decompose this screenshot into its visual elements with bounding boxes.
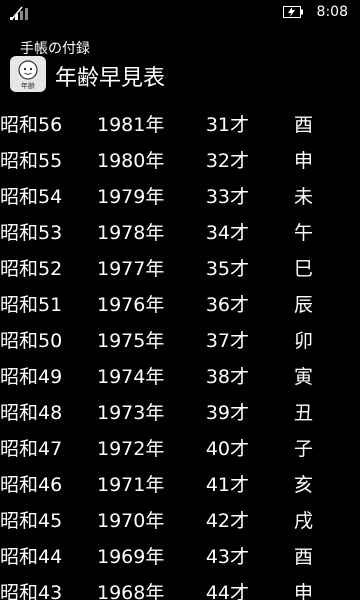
zodiac-cell: 戌 bbox=[294, 510, 314, 532]
age-cell: 37才 bbox=[205, 330, 249, 352]
table-row[interactable]: 昭和56 1981年 31才 酉 bbox=[0, 104, 360, 140]
age-cell: 32才 bbox=[205, 150, 249, 172]
era-cell: 昭和48 bbox=[0, 402, 63, 424]
zodiac-cell: 亥 bbox=[294, 474, 314, 496]
year-cell: 1980年 bbox=[97, 150, 165, 172]
year-cell: 1978年 bbox=[97, 222, 165, 244]
year-cell: 1977年 bbox=[97, 258, 165, 280]
era-cell: 昭和45 bbox=[0, 510, 63, 532]
table-row[interactable]: 昭和54 1979年 33才 未 bbox=[0, 176, 360, 212]
era-cell: 昭和56 bbox=[0, 114, 63, 136]
zodiac-cell: 午 bbox=[294, 222, 314, 244]
age-cell: 34才 bbox=[205, 222, 249, 244]
age-cell: 40才 bbox=[205, 438, 249, 460]
era-cell: 昭和46 bbox=[0, 474, 63, 496]
table-row[interactable]: 昭和48 1973年 39才 丑 bbox=[0, 392, 360, 428]
screen: 8:08 手帳の付録 年齢 年齢早見表 昭和56 1981年 31才 酉 昭和5… bbox=[0, 0, 360, 600]
zodiac-cell: 未 bbox=[294, 186, 314, 208]
zodiac-cell: 酉 bbox=[294, 114, 314, 136]
year-cell: 1976年 bbox=[97, 294, 165, 316]
era-cell: 昭和54 bbox=[0, 186, 63, 208]
year-cell: 1974年 bbox=[97, 366, 165, 388]
age-cell: 36才 bbox=[205, 294, 249, 316]
table-row[interactable]: 昭和52 1977年 35才 巳 bbox=[0, 248, 360, 284]
year-cell: 1972年 bbox=[97, 438, 165, 460]
zodiac-cell: 辰 bbox=[294, 294, 314, 316]
page-title: 年齢早見表 bbox=[55, 66, 166, 91]
era-cell: 昭和47 bbox=[0, 438, 63, 460]
era-cell: 昭和43 bbox=[0, 582, 63, 600]
era-cell: 昭和50 bbox=[0, 330, 63, 352]
year-cell: 1975年 bbox=[97, 330, 165, 352]
age-cell: 39才 bbox=[205, 402, 249, 424]
age-cell: 43才 bbox=[205, 546, 249, 568]
age-cell: 35才 bbox=[205, 258, 249, 280]
table-row[interactable]: 昭和45 1970年 42才 戌 bbox=[0, 500, 360, 536]
battery-charging-icon bbox=[283, 6, 303, 18]
year-cell: 1979年 bbox=[97, 186, 165, 208]
app-logo-text: 年齢 bbox=[21, 81, 35, 90]
age-cell: 41才 bbox=[205, 474, 249, 496]
table-row[interactable]: 昭和46 1971年 41才 亥 bbox=[0, 464, 360, 500]
table-row[interactable]: 昭和50 1975年 37才 卯 bbox=[0, 320, 360, 356]
table-row[interactable]: 昭和53 1978年 34才 午 bbox=[0, 212, 360, 248]
age-cell: 42才 bbox=[205, 510, 249, 532]
zodiac-cell: 申 bbox=[294, 150, 314, 172]
age-cell: 44才 bbox=[205, 582, 249, 600]
age-cell: 31才 bbox=[205, 114, 249, 136]
table-row[interactable]: 昭和47 1972年 40才 子 bbox=[0, 428, 360, 464]
year-cell: 1968年 bbox=[97, 582, 165, 600]
year-cell: 1971年 bbox=[97, 474, 165, 496]
zodiac-cell: 丑 bbox=[294, 402, 314, 424]
year-cell: 1969年 bbox=[97, 546, 165, 568]
status-bar: 8:08 bbox=[0, 0, 360, 26]
year-cell: 1973年 bbox=[97, 402, 165, 424]
zodiac-cell: 寅 bbox=[294, 366, 314, 388]
zodiac-cell: 卯 bbox=[294, 330, 314, 352]
era-cell: 昭和52 bbox=[0, 258, 63, 280]
era-cell: 昭和51 bbox=[0, 294, 63, 316]
table-row[interactable]: 昭和44 1969年 43才 酉 bbox=[0, 536, 360, 572]
table-row[interactable]: 昭和55 1980年 32才 申 bbox=[0, 140, 360, 176]
year-cell: 1970年 bbox=[97, 510, 165, 532]
zodiac-cell: 巳 bbox=[294, 258, 314, 280]
era-cell: 昭和44 bbox=[0, 546, 63, 568]
table-row[interactable]: 昭和43 1968年 44才 申 bbox=[0, 572, 360, 600]
zodiac-cell: 酉 bbox=[294, 546, 314, 568]
era-cell: 昭和49 bbox=[0, 366, 63, 388]
table-row[interactable]: 昭和49 1974年 38才 寅 bbox=[0, 356, 360, 392]
era-cell: 昭和55 bbox=[0, 150, 63, 172]
zodiac-cell: 申 bbox=[294, 582, 314, 600]
age-cell: 33才 bbox=[205, 186, 249, 208]
signal-icon bbox=[10, 6, 28, 20]
age-table: 昭和56 1981年 31才 酉 昭和55 1980年 32才 申 昭和54 1… bbox=[0, 104, 360, 600]
era-cell: 昭和53 bbox=[0, 222, 63, 244]
zodiac-cell: 子 bbox=[294, 438, 314, 460]
table-row[interactable]: 昭和51 1976年 36才 辰 bbox=[0, 284, 360, 320]
year-cell: 1981年 bbox=[97, 114, 165, 136]
age-cell: 38才 bbox=[205, 366, 249, 388]
status-time: 8:08 bbox=[316, 4, 348, 20]
app-subtitle: 手帳の付録 bbox=[20, 41, 90, 57]
app-logo-icon: 年齢 bbox=[10, 56, 46, 92]
